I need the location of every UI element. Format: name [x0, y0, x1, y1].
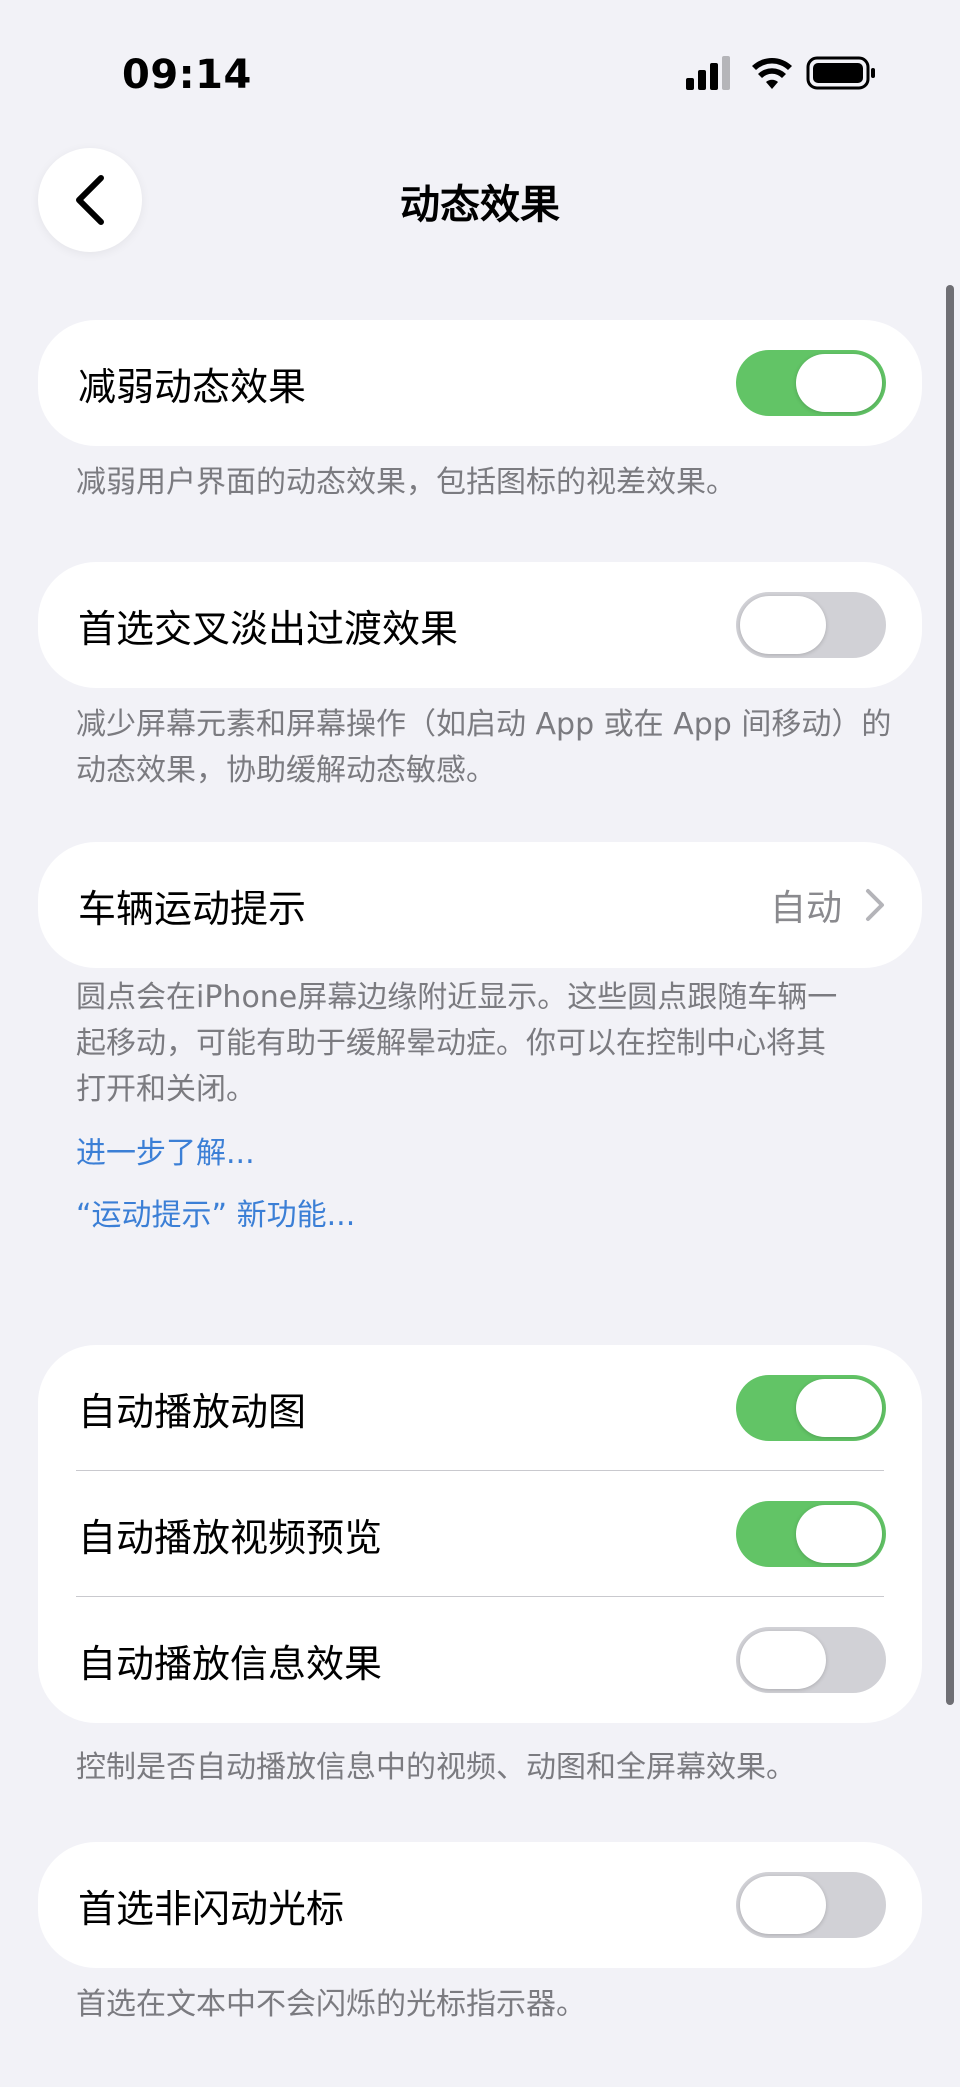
- autoplay-video-previews-label: 自动播放视频预览: [78, 1515, 383, 1560]
- non-blinking-cursor-footer: 首选在文本中不会闪烁的光标指示器。: [76, 1987, 586, 2022]
- autoplay-group: 自动播放动图 自动播放视频预览 自动播放信息效果: [38, 1345, 922, 1723]
- cross-fade-toggle[interactable]: [736, 592, 886, 658]
- footer-line: 动态效果，协助缓解动态敏感。: [76, 753, 496, 788]
- footer-line: 圆点会在iPhone屏幕边缘附近显示。这些圆点跟随车辆一: [76, 980, 838, 1015]
- reduce-motion-row: 减弱动态效果: [38, 320, 922, 446]
- autoplay-video-previews-toggle[interactable]: [736, 1501, 886, 1567]
- battery-icon: [806, 56, 875, 90]
- autoplay-animated-images-label: 自动播放动图: [78, 1389, 307, 1434]
- motion-cues-new-features-link[interactable]: “运动提示” 新功能...: [76, 1190, 355, 1234]
- autoplay-message-effects-row: 自动播放信息效果: [38, 1597, 922, 1723]
- chevron-right-icon: [866, 889, 884, 921]
- reduce-motion-footer: 减弱用户界面的动态效果，包括图标的视差效果。: [76, 465, 736, 500]
- reduce-motion-label: 减弱动态效果: [78, 364, 307, 409]
- toggle-knob: [740, 1876, 826, 1934]
- cross-fade-row: 首选交叉淡出过渡效果: [38, 562, 922, 688]
- scroll-indicator[interactable]: [946, 285, 954, 1705]
- autoplay-video-previews-row: 自动播放视频预览: [38, 1471, 922, 1597]
- wifi-icon: [752, 58, 792, 89]
- page-title: 动态效果: [400, 182, 560, 228]
- vehicle-motion-row[interactable]: 车辆运动提示 自动: [38, 842, 922, 968]
- toggle-knob: [796, 354, 882, 412]
- cross-fade-group: 首选交叉淡出过渡效果: [38, 562, 922, 688]
- footer-line: 打开和关闭。: [76, 1072, 256, 1107]
- autoplay-footer: 控制是否自动播放信息中的视频、动图和全屏幕效果。: [76, 1750, 796, 1785]
- vehicle-motion-group: 车辆运动提示 自动: [38, 842, 922, 968]
- cross-fade-footer: 减少屏幕元素和屏幕操作（如启动 App 或在 App 间移动）的 动态效果，协助…: [76, 702, 896, 794]
- status-time: 09:14: [122, 52, 252, 98]
- vehicle-motion-label: 车辆运动提示: [78, 886, 307, 931]
- vehicle-motion-value: 自动: [769, 888, 842, 929]
- toggle-knob: [740, 1631, 826, 1689]
- footer-line: 起移动，可能有助于缓解晕动症。你可以在控制中心将其: [76, 1026, 826, 1061]
- non-blinking-cursor-group: 首选非闪动光标: [38, 1842, 922, 1968]
- learn-more-link[interactable]: 进一步了解...: [76, 1128, 255, 1172]
- toggle-knob: [740, 596, 826, 654]
- toggle-knob: [796, 1379, 882, 1437]
- autoplay-message-effects-toggle[interactable]: [736, 1627, 886, 1693]
- cross-fade-label: 首选交叉淡出过渡效果: [78, 606, 459, 651]
- autoplay-animated-images-row: 自动播放动图: [38, 1345, 922, 1471]
- non-blinking-cursor-row: 首选非闪动光标: [38, 1842, 922, 1968]
- autoplay-message-effects-label: 自动播放信息效果: [78, 1641, 383, 1686]
- status-icons: [686, 56, 875, 90]
- vehicle-motion-footer: 圆点会在iPhone屏幕边缘附近显示。这些圆点跟随车辆一 起移动，可能有助于缓解…: [76, 975, 896, 1113]
- non-blinking-cursor-toggle[interactable]: [736, 1872, 886, 1938]
- non-blinking-cursor-label: 首选非闪动光标: [78, 1886, 345, 1931]
- reduce-motion-group: 减弱动态效果: [38, 320, 922, 446]
- cellular-signal-icon: [686, 56, 730, 90]
- footer-line: 减少屏幕元素和屏幕操作（如启动 App 或在 App 间移动）的: [76, 707, 892, 742]
- autoplay-animated-images-toggle[interactable]: [736, 1375, 886, 1441]
- reduce-motion-toggle[interactable]: [736, 350, 886, 416]
- toggle-knob: [796, 1505, 882, 1563]
